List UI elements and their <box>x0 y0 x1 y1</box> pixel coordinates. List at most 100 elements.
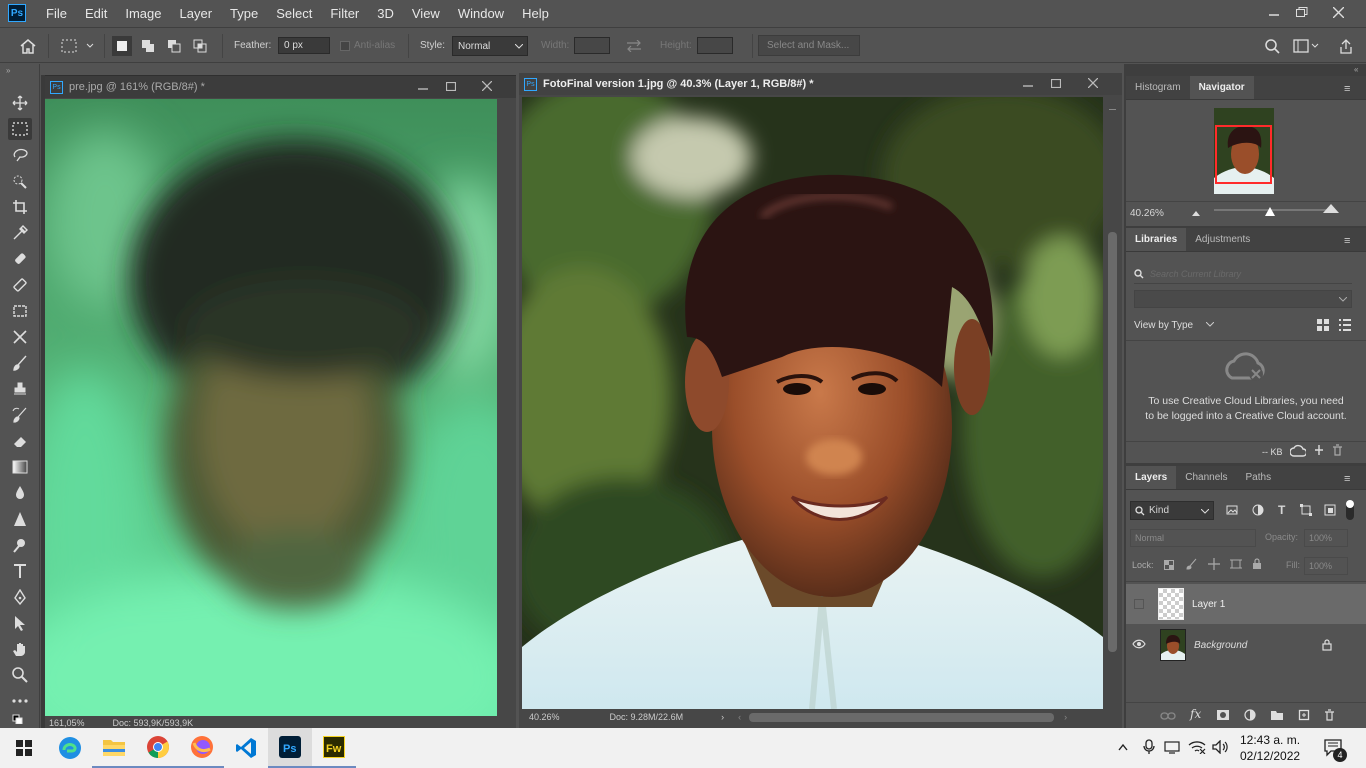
doc1-maximize-button[interactable] <box>437 76 465 96</box>
menu-3d[interactable]: 3D <box>377 6 394 21</box>
doc2-vertical-scrollbar[interactable] <box>1103 97 1122 709</box>
blend-mode-select[interactable]: Normal <box>1130 529 1256 547</box>
windows-start-icon[interactable] <box>0 728 48 768</box>
menu-file[interactable]: File <box>46 6 67 21</box>
layer-row-layer-1[interactable]: Layer 1 <box>1126 584 1366 624</box>
zoom-tool-icon[interactable] <box>8 664 32 686</box>
menu-edit[interactable]: Edit <box>85 6 107 21</box>
quick-selection-tool-icon[interactable] <box>8 170 32 192</box>
menu-help[interactable]: Help <box>522 6 549 21</box>
scroll-right-icon[interactable]: › <box>1064 712 1067 722</box>
list-view-icon[interactable] <box>1338 318 1352 335</box>
filter-smart-object-icon[interactable] <box>1324 504 1336 519</box>
chrome-icon[interactable] <box>136 728 180 768</box>
swap-width-height-icon[interactable] <box>624 36 644 56</box>
doc2-maximize-button[interactable] <box>1042 73 1070 93</box>
layer-name[interactable]: Layer 1 <box>1192 599 1225 610</box>
link-layers-icon[interactable] <box>1160 710 1176 724</box>
default-colors-icon[interactable] <box>8 712 32 726</box>
view-by-type-dropdown[interactable]: View by Type <box>1134 320 1193 331</box>
library-add-icon[interactable] <box>1314 444 1324 459</box>
tab-adjustments[interactable]: Adjustments <box>1186 228 1259 251</box>
panel-menu-icon[interactable]: ≡ <box>1344 235 1350 247</box>
eye-icon[interactable] <box>1132 639 1146 652</box>
filter-adjustment-icon[interactable] <box>1252 504 1264 519</box>
add-to-selection-icon[interactable] <box>138 36 158 56</box>
rectangular-marquee-tool-icon[interactable] <box>8 118 32 140</box>
lock-artboard-icon[interactable] <box>1230 558 1242 573</box>
navigator-zoom-value[interactable]: 40.26% <box>1130 208 1164 219</box>
doc1-vertical-scrollbar[interactable] <box>497 99 516 716</box>
move-tool-icon[interactable] <box>8 92 32 114</box>
cloud-sync-icon[interactable] <box>1289 444 1308 461</box>
share-icon[interactable] <box>1336 36 1356 56</box>
scroll-left-icon[interactable]: ‹ <box>738 712 741 722</box>
new-selection-icon[interactable] <box>112 36 132 56</box>
filter-toggle-switch[interactable] <box>1346 500 1354 520</box>
patch-tool-icon[interactable] <box>8 300 32 322</box>
brush-tool-icon[interactable] <box>8 352 32 374</box>
doc1-minimize-button[interactable] <box>409 76 437 96</box>
file-explorer-icon[interactable] <box>92 728 136 768</box>
firefox-icon[interactable] <box>180 728 224 768</box>
collapse-toolbar-icon[interactable]: » <box>6 66 10 75</box>
meet-now-icon[interactable] <box>1142 739 1156 758</box>
home-icon[interactable] <box>18 36 38 56</box>
doc2-close-button[interactable] <box>1079 73 1107 93</box>
intersect-selection-icon[interactable] <box>190 36 210 56</box>
layer-name[interactable]: Background <box>1194 640 1247 651</box>
tab-channels[interactable]: Channels <box>1176 466 1236 489</box>
path-selection-tool-icon[interactable] <box>8 612 32 634</box>
vscode-icon[interactable] <box>224 728 268 768</box>
filter-type-icon[interactable]: T <box>1278 503 1285 517</box>
menu-layer[interactable]: Layer <box>180 6 213 21</box>
menu-filter[interactable]: Filter <box>330 6 359 21</box>
tab-libraries[interactable]: Libraries <box>1126 228 1187 251</box>
doc2-horizontal-scroll-thumb[interactable] <box>749 712 1055 722</box>
grid-view-icon[interactable] <box>1316 318 1330 335</box>
canvas-fotofinal-image[interactable] <box>522 97 1103 709</box>
menu-window[interactable]: Window <box>458 6 504 21</box>
tab-navigator[interactable]: Navigator <box>1189 76 1254 99</box>
wifi-icon[interactable] <box>1188 740 1206 757</box>
add-mask-icon[interactable] <box>1216 709 1230 724</box>
lock-all-icon[interactable] <box>1252 558 1262 573</box>
doc2-zoom-level[interactable]: 40.26% <box>529 712 560 722</box>
network-icon[interactable] <box>1164 740 1180 757</box>
trash-icon[interactable] <box>1332 444 1343 459</box>
close-window-button[interactable] <box>1318 0 1358 24</box>
history-brush-tool-icon[interactable] <box>8 404 32 426</box>
restore-window-button[interactable] <box>1282 0 1322 24</box>
sharpen-tool-icon[interactable] <box>8 508 32 530</box>
width-input[interactable] <box>574 37 610 54</box>
layer-style-fx-icon[interactable]: fx <box>1190 707 1201 721</box>
feather-input[interactable]: 0 px <box>278 37 330 54</box>
collapse-panels-icon[interactable]: « <box>1354 65 1358 74</box>
menu-select[interactable]: Select <box>276 6 312 21</box>
tab-layers[interactable]: Layers <box>1126 466 1177 489</box>
brush-tool-bandage-icon[interactable] <box>8 274 32 296</box>
eraser-tool-icon[interactable] <box>8 430 32 452</box>
library-search-input[interactable]: Search Current Library <box>1134 264 1352 284</box>
filter-pixel-icon[interactable] <box>1226 504 1238 519</box>
spot-healing-brush-tool-icon[interactable] <box>8 248 32 270</box>
layer-row-background[interactable]: Background <box>1126 625 1366 665</box>
layer-visibility-toggle[interactable] <box>1134 599 1144 609</box>
tab-paths[interactable]: Paths <box>1237 466 1281 489</box>
show-hidden-icons-chevron-icon[interactable] <box>1118 740 1128 754</box>
type-tool-icon[interactable] <box>8 560 32 582</box>
volume-icon[interactable] <box>1212 739 1230 757</box>
workspace-switcher-icon[interactable] <box>1292 36 1320 56</box>
height-input[interactable] <box>697 37 733 54</box>
gradient-tool-icon[interactable] <box>8 456 32 478</box>
tab-histogram[interactable]: Histogram <box>1126 76 1190 99</box>
status-menu-chevron-icon[interactable]: › <box>721 712 724 722</box>
dodge-tool-icon[interactable] <box>8 534 32 556</box>
fill-input[interactable]: 100% <box>1304 557 1348 575</box>
photoshop-icon[interactable]: Ps <box>268 728 312 768</box>
menu-type[interactable]: Type <box>230 6 258 21</box>
crop-tool-icon[interactable] <box>8 196 32 218</box>
lock-transparent-pixels-icon[interactable] <box>1164 559 1174 573</box>
zoom-in-icon[interactable] <box>1322 203 1340 217</box>
hand-tool-icon[interactable] <box>8 638 32 660</box>
